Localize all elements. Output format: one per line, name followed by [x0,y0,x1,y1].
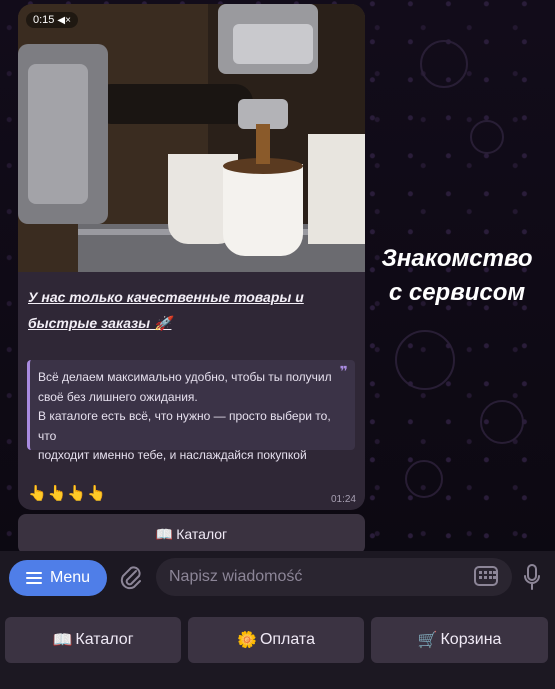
quote-line: своё без лишнего ожидания. [38,389,198,404]
background-doodle [395,330,455,390]
menu-button-label: Menu [49,569,91,586]
cart-icon: 🛒 [417,632,438,649]
quote-line: Всё делаем максимально удобно, чтобы ты … [38,370,332,384]
background-doodle [420,40,468,88]
message-time: 01:24 [330,494,356,505]
microphone-icon[interactable] [522,563,542,593]
message-headline: У нас только качественные товары и быстр… [28,289,304,331]
background-doodle [470,120,504,154]
background-doodle [405,460,443,498]
caption-line: с сервисом [388,279,526,306]
keyboard-button-payment[interactable]: 🌼 Оплата [188,617,364,663]
coffee-machine-image [18,4,365,272]
video-preview[interactable]: 0:15 ◀× [18,4,365,272]
caption-line: Знакомство [381,245,533,272]
book-icon: 📖 [52,632,73,649]
input-placeholder: Napisz wiadomość [169,568,303,585]
keyboard-button-catalog[interactable]: 📖 Каталог [5,617,181,663]
message-input-bar: Menu Napisz wiadomość [0,551,555,605]
pointing-emojis: 👆👆👆👆 [28,485,107,502]
hamburger-icon [25,572,42,584]
message-bubble[interactable]: 0:15 ◀× У нас только качественные товары … [18,4,365,510]
overlay-caption: Знакомство с сервисом [362,242,552,310]
flower-icon: 🌼 [237,632,257,649]
keyboard-button-cart[interactable]: 🛒 Корзина [371,617,548,663]
menu-button[interactable]: Menu [9,560,107,596]
reply-keyboard: 📖 Каталог 🌼 Оплата 🛒 Корзина [0,605,555,689]
quote-icon: ❞ [339,363,348,379]
inline-button-label: Каталог [176,526,228,542]
quote-line: подходит именно тебе, и наслаждайся поку… [38,448,307,462]
quote-line: В каталоге есть всё, что нужно — просто … [38,409,331,443]
keyboard-button-label: Каталог [75,631,134,648]
book-icon: 📖 [155,525,174,542]
keyboard-icon[interactable] [474,566,498,586]
attach-icon[interactable] [118,563,144,593]
keyboard-button-label: Корзина [440,631,502,648]
message-input[interactable]: Napisz wiadomość [156,558,512,596]
mute-icon[interactable]: ◀× [57,15,71,26]
background-doodle [480,400,524,444]
inline-catalog-button[interactable]: 📖 Каталог [18,514,365,554]
keyboard-button-label: Оплата [259,631,315,648]
video-duration-badge: 0:15 ◀× [26,12,78,28]
message-quote: Всё делаем максимально удобно, чтобы ты … [27,360,355,462]
